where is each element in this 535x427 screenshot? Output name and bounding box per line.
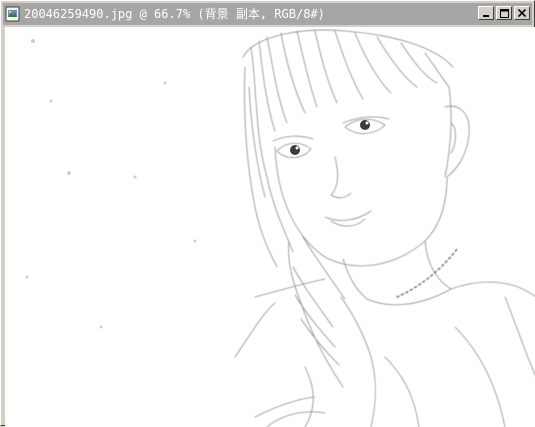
maximize-button[interactable] xyxy=(496,6,512,20)
pencil-sketch-portrait xyxy=(25,29,535,427)
window-title: 20046259490.jpg @ 66.7% (背景 副本, RGB/8#) xyxy=(24,7,325,21)
maximize-icon xyxy=(499,8,509,18)
image-document-window: 20046259490.jpg @ 66.7% (背景 副本, RGB/8#) xyxy=(0,0,535,427)
close-icon xyxy=(518,9,526,17)
window-controls xyxy=(476,6,530,20)
photoshop-document-icon xyxy=(5,6,20,22)
title-bar[interactable]: 20046259490.jpg @ 66.7% (背景 副本, RGB/8#) xyxy=(3,3,532,25)
minimize-button[interactable] xyxy=(478,6,494,20)
image-canvas[interactable] xyxy=(5,27,535,427)
minimize-icon xyxy=(483,15,489,17)
close-button[interactable] xyxy=(514,6,530,20)
